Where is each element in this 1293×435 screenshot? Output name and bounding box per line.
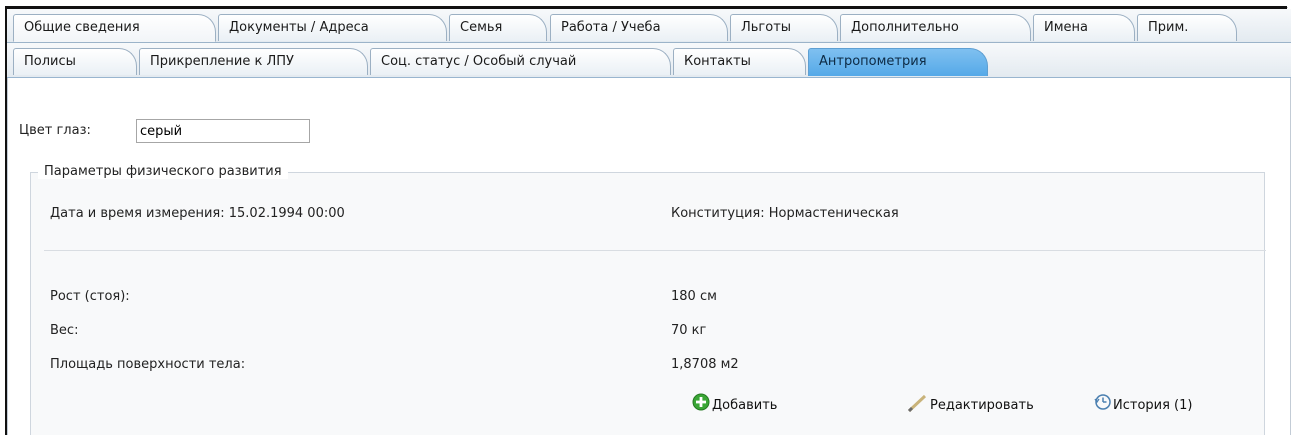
pencil-icon bbox=[906, 393, 927, 413]
eye-color-label: Цвет глаз: bbox=[19, 123, 91, 138]
edit-button[interactable]: Редактировать bbox=[906, 393, 1076, 413]
tab-family[interactable]: Семья bbox=[449, 14, 547, 41]
physical-params-legend: Параметры физического развития bbox=[38, 164, 288, 179]
primary-tabstrip: Общие сведения Документы / Адреса Семья … bbox=[7, 9, 1291, 43]
weight-value: 70 кг bbox=[671, 323, 707, 338]
tab-anthropometry[interactable]: Антропометрия bbox=[808, 48, 988, 76]
tab-general[interactable]: Общие сведения bbox=[13, 14, 216, 42]
tab-additional[interactable]: Дополнительно bbox=[840, 14, 1031, 41]
eye-color-input[interactable] bbox=[136, 119, 310, 143]
measurement-datetime: Дата и время измерения: 15.02.1994 00:00 bbox=[50, 206, 345, 221]
body-surface-label: Площадь поверхности тела: bbox=[50, 357, 246, 372]
tab-documents-addresses[interactable]: Документы / Адреса bbox=[218, 14, 447, 41]
tab-names[interactable]: Имена bbox=[1033, 14, 1135, 41]
tab-clinic-attachment[interactable]: Прикрепление к ЛПУ bbox=[139, 48, 368, 75]
history-button[interactable]: История (1) bbox=[1093, 393, 1243, 413]
constitution: Конституция: Нормастеническая bbox=[671, 206, 899, 221]
tab-benefits[interactable]: Льготы bbox=[730, 14, 838, 41]
tab-notes[interactable]: Прим. bbox=[1137, 14, 1237, 41]
history-label: История (1) bbox=[1113, 398, 1193, 413]
add-icon bbox=[692, 393, 710, 411]
height-value: 180 см bbox=[671, 289, 717, 304]
tab-work-study[interactable]: Работа / Учеба bbox=[550, 14, 728, 41]
height-label: Рост (стоя): bbox=[50, 289, 130, 304]
tab-policies[interactable]: Полисы bbox=[13, 48, 137, 75]
secondary-tabstrip: Полисы Прикрепление к ЛПУ Соц. статус / … bbox=[7, 43, 1291, 78]
section-divider bbox=[44, 250, 1266, 251]
add-label: Добавить bbox=[712, 398, 778, 413]
weight-label: Вес: bbox=[50, 323, 79, 338]
tab-social-status[interactable]: Соц. статус / Особый случай bbox=[370, 48, 671, 75]
edit-label: Редактировать bbox=[930, 398, 1034, 413]
add-button[interactable]: Добавить bbox=[692, 393, 852, 413]
history-icon bbox=[1093, 393, 1111, 411]
body-surface-value: 1,8708 м2 bbox=[671, 357, 739, 372]
tab-contacts[interactable]: Контакты bbox=[673, 48, 806, 75]
